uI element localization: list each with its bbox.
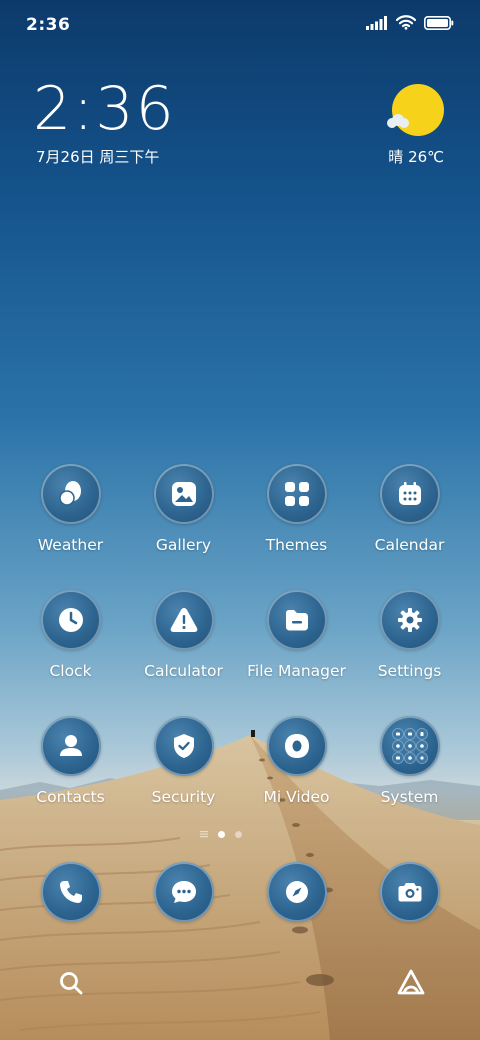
app-vault-icon[interactable] <box>396 968 426 996</box>
app-contacts[interactable]: Contacts <box>14 716 127 806</box>
app-file-manager[interactable]: File Manager <box>240 590 353 680</box>
app-mi-video[interactable]: Mi Video <box>240 716 353 806</box>
weather-text: 晴 26℃ <box>388 148 444 166</box>
dock-phone[interactable] <box>14 862 127 922</box>
app-settings[interactable]: Settings <box>353 590 466 680</box>
app-calendar[interactable]: Calendar <box>353 464 466 554</box>
status-icons <box>366 15 454 30</box>
app-label: Clock <box>49 662 92 680</box>
warning-icon <box>153 590 214 650</box>
dock-messages[interactable] <box>127 862 240 922</box>
app-label: Mi Video <box>263 788 330 806</box>
app-label: Calculator <box>144 662 223 680</box>
bottom-bar <box>0 958 480 1008</box>
status-bar: 2:36 <box>0 0 480 50</box>
person-icon <box>40 716 101 776</box>
app-folder-system[interactable]: System <box>353 716 466 806</box>
weather-icon <box>40 464 101 524</box>
app-clock[interactable]: Clock <box>14 590 127 680</box>
wifi-icon <box>396 15 416 30</box>
compass-icon <box>266 862 327 922</box>
folder-icon <box>266 590 327 650</box>
app-label: Gallery <box>155 536 212 554</box>
clock-widget-time[interactable]: 2:36 <box>33 74 176 144</box>
dock-browser[interactable] <box>240 862 353 922</box>
app-label: Weather <box>37 536 104 554</box>
app-label: Contacts <box>36 788 105 806</box>
calendar-icon <box>379 464 440 524</box>
battery-icon <box>424 15 454 30</box>
folder-grid-icon <box>379 716 440 776</box>
app-security[interactable]: Security <box>127 716 240 806</box>
clock-icon <box>40 590 101 650</box>
status-time: 2:36 <box>26 15 71 35</box>
app-gallery[interactable]: Gallery <box>127 464 240 554</box>
app-calculator[interactable]: Calculator <box>127 590 240 680</box>
page-dot <box>235 830 242 838</box>
signal-icon <box>366 15 387 30</box>
app-label: System <box>380 788 439 806</box>
page-indicator[interactable] <box>200 830 242 838</box>
dock <box>14 862 466 926</box>
video-icon <box>266 716 327 776</box>
app-weather[interactable]: Weather <box>14 464 127 554</box>
phone-icon <box>40 862 101 922</box>
home-screen: 2:36 2:36 7月26日 周三下午 晴 26℃ Weather Galle… <box>0 0 480 1040</box>
sun-icon <box>392 84 444 136</box>
gear-icon <box>379 590 440 650</box>
search-icon[interactable] <box>58 970 84 996</box>
gallery-icon <box>153 464 214 524</box>
camera-icon <box>379 862 440 922</box>
dock-camera[interactable] <box>353 862 466 922</box>
shield-icon <box>153 716 214 776</box>
themes-icon <box>266 464 327 524</box>
app-label: Settings <box>377 662 442 680</box>
cloud-icon <box>387 114 409 128</box>
clock-widget-date[interactable]: 7月26日 周三下午 <box>36 146 159 167</box>
page-dot-active <box>218 830 225 838</box>
messages-icon <box>153 862 214 922</box>
weather-widget[interactable]: 晴 26℃ <box>384 84 444 166</box>
feed-page-icon <box>200 831 208 838</box>
app-label: File Manager <box>247 662 346 680</box>
app-label: Security <box>151 788 216 806</box>
app-label: Themes <box>265 536 328 554</box>
app-label: Calendar <box>374 536 445 554</box>
app-themes[interactable]: Themes <box>240 464 353 554</box>
